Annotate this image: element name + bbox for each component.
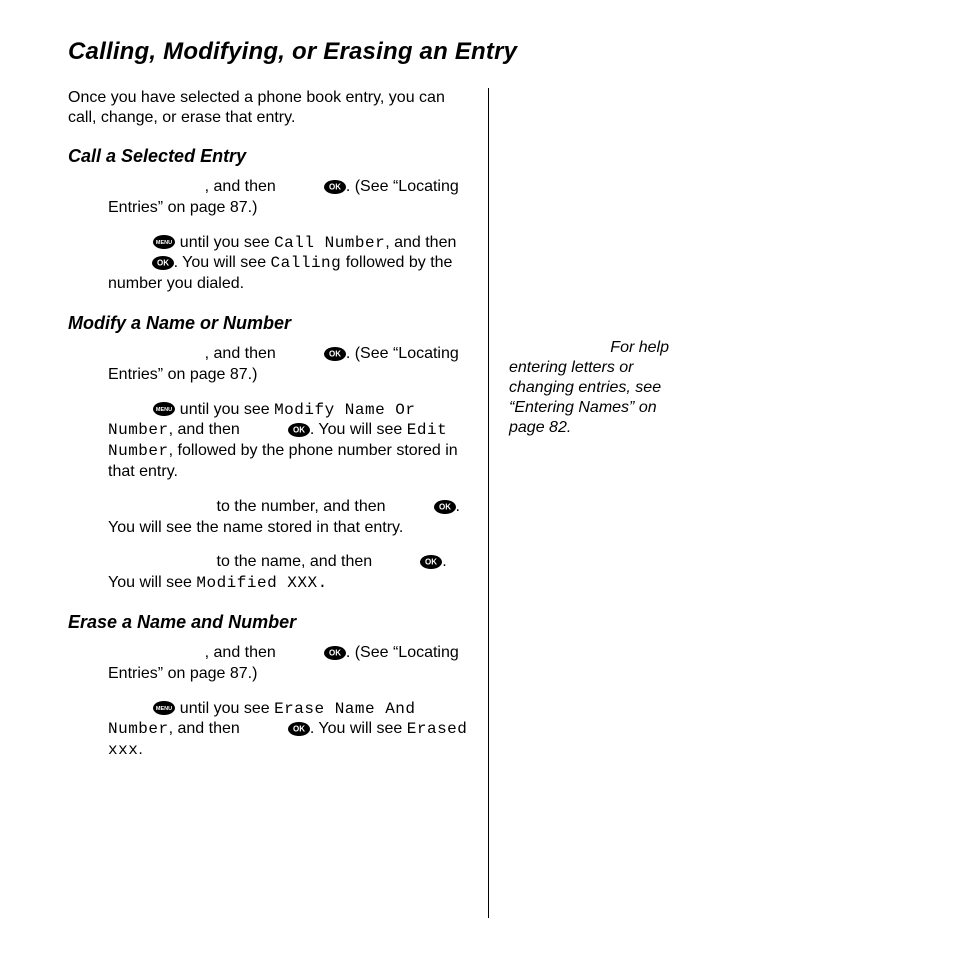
svg-text:OK: OK — [329, 182, 341, 191]
page-title: Calling, Modifying, or Erasing an Entry — [68, 38, 889, 66]
ok-icon: OK — [324, 180, 346, 194]
modify-step-2: Press MENU until you see Modify Name Or … — [68, 400, 468, 483]
sidenote-line1: For help — [509, 338, 669, 358]
menu-icon: MENU — [153, 701, 175, 715]
text: . (See “Locating Entries” on page 87.) — [108, 178, 459, 216]
code-text: Calling — [271, 254, 342, 272]
modify-step-1: Scroll to entry, and then press OK. (See… — [68, 344, 468, 386]
text: , and then — [205, 345, 281, 362]
text: until you see — [175, 234, 274, 251]
text: . You will see — [310, 421, 407, 438]
code-text: Modified XXX. — [196, 574, 327, 592]
ok-icon: OK — [288, 423, 310, 437]
intro-paragraph: Once you have selected a phone book entr… — [68, 88, 468, 128]
text: , and then — [205, 644, 281, 661]
text: , and then — [205, 178, 281, 195]
text: until you see — [175, 700, 274, 717]
svg-text:OK: OK — [293, 725, 305, 734]
svg-text:MENU: MENU — [156, 407, 172, 413]
svg-text:OK: OK — [293, 426, 305, 435]
ok-icon: OK — [420, 555, 442, 569]
text: . You will see — [174, 254, 271, 271]
ok-icon: OK — [324, 347, 346, 361]
text: to the number, and then — [212, 498, 390, 515]
ok-icon: OK — [324, 646, 346, 660]
svg-text:OK: OK — [157, 259, 169, 268]
text: , and then — [385, 234, 456, 251]
menu-icon: MENU — [153, 235, 175, 249]
ok-icon: OK — [288, 722, 310, 736]
text: until you see — [175, 401, 274, 418]
erase-step-2: Press MENU until you see Erase Name And … — [68, 699, 468, 761]
heading-modify: Modify a Name or Number — [68, 313, 468, 334]
text: to the name, and then — [212, 553, 377, 570]
text: , and then — [169, 720, 245, 737]
svg-text:MENU: MENU — [156, 240, 172, 246]
ok-icon: OK — [434, 500, 456, 514]
ok-icon: OK — [152, 256, 174, 270]
text: , and then — [169, 421, 245, 438]
two-column-layout: Once you have selected a phone book entr… — [68, 88, 889, 918]
svg-text:MENU: MENU — [156, 706, 172, 712]
svg-text:OK: OK — [439, 502, 451, 511]
column-divider — [488, 88, 489, 918]
text: . You will see — [310, 720, 407, 737]
heading-erase: Erase a Name and Number — [68, 612, 468, 633]
sidenote-rest: entering letters or changing entries, se… — [509, 358, 669, 438]
code-text: Call Number — [274, 234, 385, 252]
heading-call: Call a Selected Entry — [68, 146, 468, 167]
svg-text:OK: OK — [329, 648, 341, 657]
main-column: Once you have selected a phone book entr… — [68, 88, 488, 918]
text: . — [138, 741, 142, 758]
modify-step-4: Make changes to the name, and then press… — [68, 552, 468, 594]
call-step-1: Scroll to entry, and then press OK. (See… — [68, 177, 468, 219]
menu-icon: MENU — [153, 402, 175, 416]
text: . (See “Locating Entries” on page 87.) — [108, 345, 459, 383]
call-step-2: Press MENU until you see Call Number, an… — [68, 233, 468, 295]
sidenote-column: For help entering letters or changing en… — [497, 88, 669, 918]
text: . (See “Locating Entries” on page 87.) — [108, 644, 459, 682]
svg-text:OK: OK — [425, 558, 437, 567]
modify-step-3: Make changes to the number, and then pre… — [68, 497, 468, 539]
erase-step-1: Scroll to entry, and then press OK. (See… — [68, 643, 468, 685]
svg-text:OK: OK — [329, 349, 341, 358]
